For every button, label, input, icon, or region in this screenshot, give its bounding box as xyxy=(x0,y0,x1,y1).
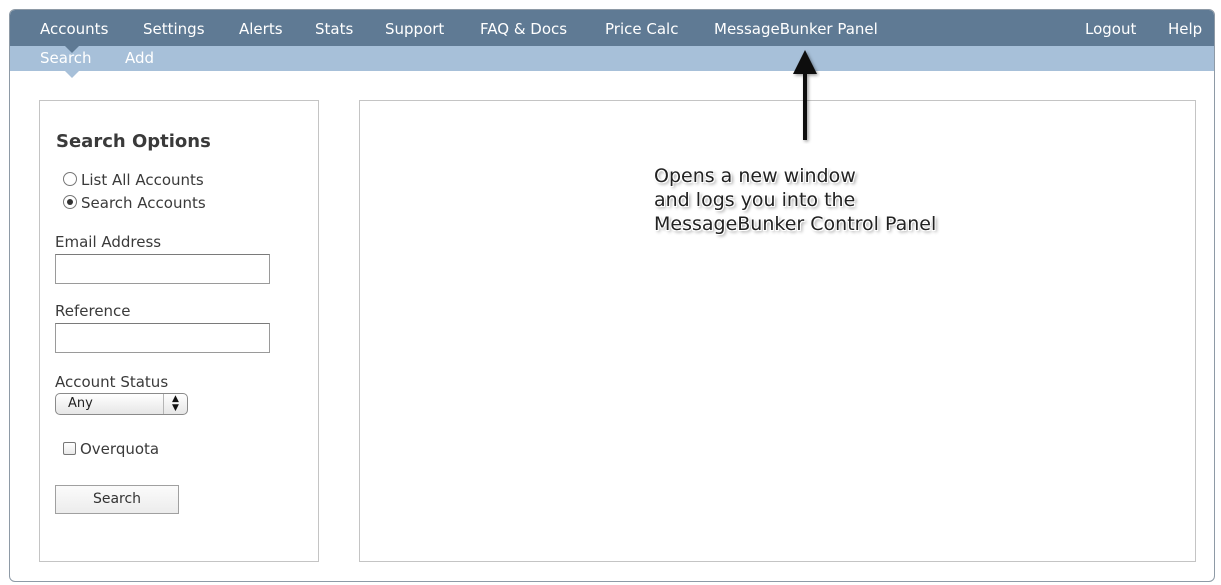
nav-alerts[interactable]: Alerts xyxy=(239,10,283,46)
app-window: Accounts Settings Alerts Stats Support F… xyxy=(9,9,1215,582)
nav-faq-docs[interactable]: FAQ & Docs xyxy=(480,10,567,46)
radio-list-all-accounts[interactable]: List All Accounts xyxy=(63,171,204,189)
email-address-label: Email Address xyxy=(55,233,162,251)
nav-messagebunker-panel[interactable]: MessageBunker Panel xyxy=(714,10,878,46)
nav-accounts[interactable]: Accounts xyxy=(40,10,108,46)
reference-label: Reference xyxy=(55,302,131,320)
search-options-panel: Search Options List All Accounts Search … xyxy=(39,100,319,562)
nav-help[interactable]: Help xyxy=(1168,10,1202,46)
search-button[interactable]: Search xyxy=(55,485,179,514)
account-status-value: Any xyxy=(68,396,93,411)
radio-label: List All Accounts xyxy=(81,171,204,189)
radio-label: Search Accounts xyxy=(81,194,206,212)
top-nav: Accounts Settings Alerts Stats Support F… xyxy=(10,10,1214,47)
nav-stats[interactable]: Stats xyxy=(315,10,353,46)
account-status-label: Account Status xyxy=(55,373,169,391)
annotation-callout: Opens a new window and logs you into the… xyxy=(654,164,936,236)
radio-button-selected[interactable] xyxy=(63,195,77,209)
updown-arrows-icon: ▲ ▼ xyxy=(163,394,187,414)
nav-price-calc[interactable]: Price Calc xyxy=(605,10,678,46)
nav-logout[interactable]: Logout xyxy=(1085,10,1136,46)
overquota-checkbox-row[interactable]: Overquota xyxy=(63,440,159,458)
subnav-add[interactable]: Add xyxy=(125,46,154,71)
radio-button[interactable] xyxy=(63,172,77,186)
reference-field[interactable] xyxy=(55,323,270,353)
overquota-checkbox[interactable] xyxy=(63,442,76,455)
search-options-title: Search Options xyxy=(56,131,211,152)
annotation-line: Opens a new window xyxy=(654,165,856,187)
annotation-line: MessageBunker Control Panel xyxy=(654,213,937,235)
account-status-select[interactable]: Any ▲ ▼ xyxy=(55,393,188,415)
email-address-field[interactable] xyxy=(55,254,270,284)
up-arrow-icon xyxy=(793,50,817,140)
active-subnav-caret xyxy=(65,71,79,78)
annotation-line: and logs you into the xyxy=(654,189,856,211)
radio-search-accounts[interactable]: Search Accounts xyxy=(63,194,206,212)
sub-nav: Search Add xyxy=(10,46,1214,71)
subnav-search[interactable]: Search xyxy=(40,46,92,71)
nav-support[interactable]: Support xyxy=(385,10,444,46)
nav-settings[interactable]: Settings xyxy=(143,10,205,46)
overquota-label: Overquota xyxy=(80,440,160,458)
